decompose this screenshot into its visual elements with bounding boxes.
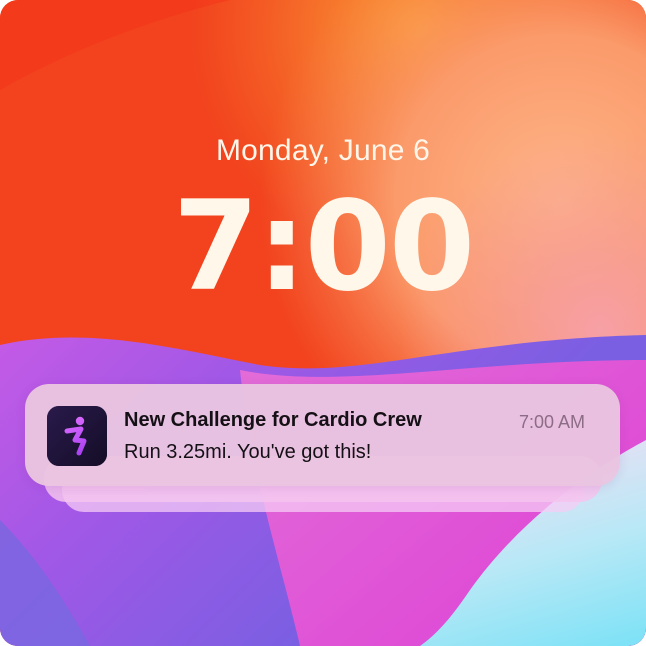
fitness-app-icon (47, 406, 107, 466)
lock-time: 7:00 (172, 175, 475, 319)
wallpaper (0, 0, 646, 646)
notification-card[interactable]: New Challenge for Cardio Crew 7:00 AM Ru… (25, 384, 620, 486)
running-figure-icon (47, 406, 107, 466)
lock-screen: Monday, June 6 7:00 New Challenge for Ca… (0, 0, 646, 646)
notification-title: New Challenge for Cardio Crew (124, 409, 422, 431)
lock-date: Monday, June 6 (215, 134, 431, 167)
notification-timestamp: 7:00 AM (518, 412, 585, 432)
notification-body: Run 3.25mi. You've got this! (124, 441, 372, 463)
